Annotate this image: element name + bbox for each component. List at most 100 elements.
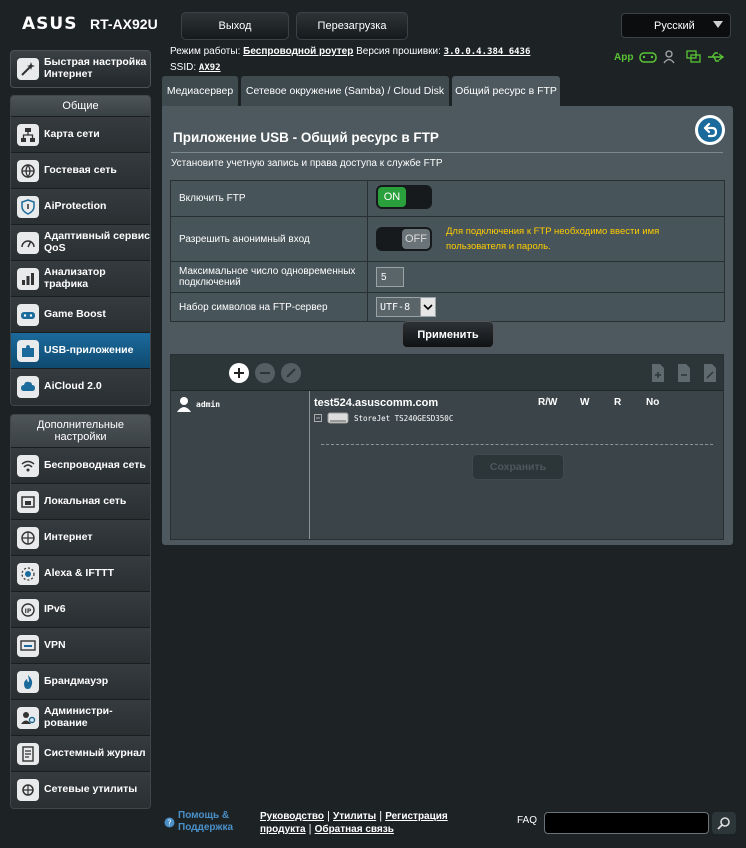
sidebar-item-vpn[interactable]: VPN: [11, 628, 150, 664]
feedback-link[interactable]: Обратная связь: [315, 824, 394, 835]
model-name: RT-AX92U: [90, 16, 158, 32]
perm-header-no: No: [646, 397, 660, 408]
sidebar-item-lan[interactable]: Локальная сеть: [11, 484, 150, 520]
dotted-divider: [321, 444, 713, 445]
permissions-toolbar: [171, 355, 723, 391]
sidebar-item-wireless[interactable]: Беспроводная сеть: [11, 448, 150, 484]
save-button[interactable]: Сохранить: [472, 454, 564, 480]
tools-icon: [17, 779, 39, 801]
help-support-link[interactable]: Помощь & Поддержка: [178, 810, 248, 834]
sidebar-item-ipv6[interactable]: IP IPv6: [11, 592, 150, 628]
gamepad-icon: [17, 303, 39, 326]
sidebar-item-aiprotection[interactable]: AiProtection: [11, 189, 150, 225]
sidebar-item-administration[interactable]: Администри-рование: [11, 700, 150, 736]
help-icon: ?: [164, 817, 175, 828]
hard-drive-icon: [327, 412, 349, 424]
chart-icon: [17, 267, 39, 290]
expand-icon[interactable]: [314, 414, 322, 422]
sidebar-item-system-log[interactable]: Системный журнал: [11, 736, 150, 772]
add-folder-icon[interactable]: [649, 363, 667, 383]
svg-text:?: ?: [167, 819, 171, 828]
network-map-icon: [17, 123, 39, 146]
logout-button[interactable]: Выход: [181, 12, 289, 40]
tab-ftp-share[interactable]: Общий ресурс в FTP: [452, 76, 560, 106]
add-user-icon[interactable]: [229, 363, 249, 383]
charset-select[interactable]: UTF-8: [376, 297, 436, 317]
language-value: Русский: [654, 19, 695, 32]
sidebar-item-traffic-analyzer[interactable]: Анализатор трафика: [11, 261, 150, 297]
asus-logo: ASUS: [22, 14, 78, 34]
disk-item[interactable]: StoreJet TS240GESD350C: [314, 411, 453, 425]
anonymous-login-label: Разрешить анонимный вход: [170, 216, 368, 262]
sidebar-item-qos[interactable]: Адаптивный сервис QoS: [11, 225, 150, 261]
usb-icon[interactable]: [707, 50, 725, 64]
user-item[interactable]: admin: [176, 396, 220, 412]
quick-setup-label: Быстрая настройка Интернет: [44, 56, 147, 80]
ssid-label: SSID:: [170, 62, 197, 73]
firmware-link[interactable]: 3.0.0.4.384_6436: [444, 47, 531, 57]
sidebar-item-label: Беспроводная сеть: [44, 458, 146, 471]
apply-button[interactable]: Применить: [402, 321, 494, 348]
advanced-header: Дополнительные настройки: [11, 415, 150, 448]
sidebar-item-label: IPv6: [44, 602, 66, 615]
chevron-down-icon: [713, 21, 723, 28]
page-description: Установите учетную запись и права доступ…: [171, 158, 443, 169]
sidebar-item-label: VPN: [44, 638, 66, 651]
rename-folder-icon[interactable]: [701, 363, 719, 383]
shield-icon: [17, 195, 39, 218]
perm-header-rw: R/W: [538, 397, 558, 408]
edit-user-icon[interactable]: [281, 363, 301, 383]
sidebar-item-label: AiProtection: [44, 199, 107, 212]
clients-icon[interactable]: [663, 50, 679, 64]
globe-icon: [17, 526, 39, 549]
tab-media-server[interactable]: Медиасервер: [162, 76, 238, 106]
sidebar-item-guest-network[interactable]: Гостевая сеть: [11, 153, 150, 189]
anonymous-login-hint: Для подключения к FTP необходимо ввести …: [446, 226, 660, 252]
quick-setup-button[interactable]: Быстрая настройка Интернет: [10, 50, 151, 88]
manual-link[interactable]: Руководство: [260, 811, 324, 822]
sidebar-item-network-map[interactable]: Карта сети: [11, 117, 150, 153]
max-connections-input[interactable]: [376, 267, 404, 287]
sidebar-item-game-boost[interactable]: Game Boost: [11, 297, 150, 333]
ftp-settings-table: Включить FTP ON Разрешить анонимный вход…: [170, 180, 725, 322]
reboot-button[interactable]: Перезагрузка: [296, 12, 408, 40]
sidebar-item-internet[interactable]: Интернет: [11, 520, 150, 556]
sidebar-item-label: Системный журнал: [44, 746, 146, 759]
sidebar-item-network-tools[interactable]: Сетевые утилиты: [11, 772, 150, 808]
search-button[interactable]: [712, 812, 736, 834]
faq-search-input[interactable]: [544, 812, 709, 834]
sidebar-item-label: Анализатор трафика: [44, 265, 106, 290]
sidebar-item-label: USB-приложение: [44, 343, 134, 356]
anonymous-login-toggle[interactable]: OFF: [376, 227, 432, 251]
user-name: admin: [196, 399, 221, 409]
utilities-link[interactable]: Утилиты: [333, 811, 376, 822]
firmware-label: Версия прошивки:: [356, 46, 441, 57]
remove-user-icon[interactable]: [255, 363, 275, 383]
max-connections-label: Максимальное число одновременных подключ…: [170, 261, 368, 293]
svg-text:IP: IP: [25, 608, 32, 615]
footer-links: Руководство | Утилиты | Регистрация прод…: [260, 810, 448, 835]
general-menu: Общие Карта сети Гостевая сеть AiProtect…: [10, 95, 151, 406]
mode-label: Режим работы:: [170, 46, 241, 57]
sidebar-item-usb-application[interactable]: USB-приложение: [11, 333, 150, 369]
sidebar-item-label: Сетевые утилиты: [44, 783, 138, 796]
sidebar-item-aicloud[interactable]: AiCloud 2.0: [11, 369, 150, 405]
globe-icon: [17, 159, 39, 182]
ssid-link[interactable]: AX92: [199, 63, 221, 73]
operation-mode-link[interactable]: Беспроводной роутер: [243, 46, 353, 57]
network-icon[interactable]: [685, 50, 702, 64]
game-icon[interactable]: [639, 50, 658, 64]
puzzle-icon: [17, 339, 39, 362]
language-select[interactable]: Русский: [621, 13, 731, 38]
delete-folder-icon[interactable]: [675, 363, 693, 383]
sidebar-item-label: Интернет: [44, 530, 93, 543]
sidebar-item-firewall[interactable]: Брандмауэр: [11, 664, 150, 700]
sidebar-item-label: AiCloud 2.0: [44, 380, 102, 393]
sidebar-item-alexa-ifttt[interactable]: Alexa & IFTTT: [11, 556, 150, 592]
back-arrow-icon[interactable]: [695, 115, 725, 145]
enable-ftp-toggle[interactable]: ON: [376, 185, 432, 209]
alexa-icon: [17, 562, 39, 585]
toggle-off-state: OFF: [402, 229, 430, 249]
app-icon[interactable]: App: [614, 52, 633, 63]
tab-samba[interactable]: Сетевое окружение (Samba) / Cloud Disk: [241, 76, 449, 106]
